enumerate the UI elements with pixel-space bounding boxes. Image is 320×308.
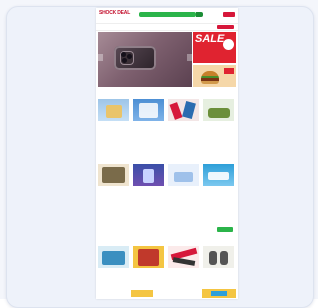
product-card[interactable] xyxy=(98,99,129,121)
food-badge xyxy=(224,68,234,74)
sale-promo[interactable]: SALE xyxy=(193,32,236,63)
site-logo[interactable]: SHOCK DEAL xyxy=(99,11,130,16)
phone-image xyxy=(114,46,156,70)
product-card[interactable] xyxy=(168,99,199,121)
viewer-background: SHOCK DEAL SALE xyxy=(0,0,318,308)
category-nav xyxy=(96,23,238,31)
cart-button[interactable] xyxy=(223,12,235,17)
product-card[interactable] xyxy=(133,246,164,268)
search-button[interactable] xyxy=(196,12,203,17)
product-card[interactable] xyxy=(203,164,234,186)
sale-badge xyxy=(223,39,234,50)
hero-banner[interactable] xyxy=(98,32,192,87)
product-card[interactable] xyxy=(168,246,199,268)
product-card[interactable] xyxy=(133,164,164,186)
camera-icon xyxy=(120,51,134,65)
nav-highlight-button[interactable] xyxy=(217,25,234,29)
sale-title: SALE xyxy=(195,33,225,45)
webpage-thumbnail[interactable]: SHOCK DEAL SALE xyxy=(96,8,238,299)
product-card[interactable] xyxy=(168,164,199,186)
product-card[interactable] xyxy=(98,164,129,186)
product-card[interactable] xyxy=(203,246,234,268)
banner-prev-arrow-icon[interactable] xyxy=(98,54,103,61)
product-card[interactable] xyxy=(98,246,129,268)
burger-image xyxy=(201,71,219,84)
bottom-promo-strip[interactable] xyxy=(131,288,237,299)
banner-next-arrow-icon[interactable] xyxy=(187,54,192,61)
view-more-button[interactable] xyxy=(217,227,233,232)
product-card[interactable] xyxy=(203,99,234,121)
food-promo[interactable] xyxy=(193,65,236,87)
search-input[interactable] xyxy=(139,12,196,17)
product-card[interactable] xyxy=(133,99,164,121)
site-header: SHOCK DEAL xyxy=(96,8,238,23)
